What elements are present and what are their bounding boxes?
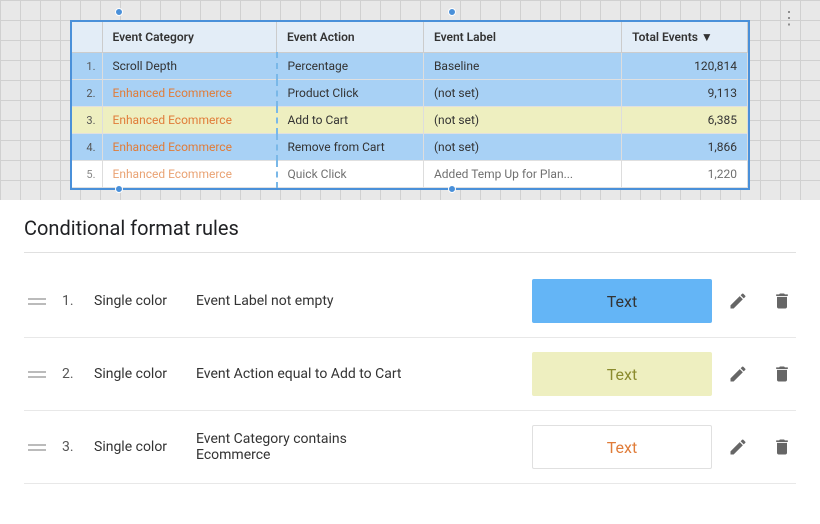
event-label-cell: (not set) bbox=[423, 80, 621, 107]
delete-rule-button[interactable] bbox=[768, 360, 796, 388]
rules-list: 1.Single colorEvent Label not emptyText2… bbox=[24, 265, 796, 484]
rule-actions bbox=[724, 433, 796, 461]
rule-number: 2. bbox=[62, 366, 82, 382]
col-num bbox=[72, 22, 102, 53]
table-row: 3.Enhanced EcommerceAdd to Cart(not set)… bbox=[72, 107, 748, 134]
rule-item: 3. Single color Event Category contains Ec… bbox=[24, 411, 796, 484]
event-action-cell: Percentage bbox=[277, 53, 424, 80]
total-events-cell: 1,866 bbox=[622, 134, 748, 161]
data-table: Event Category Event Action Event Label … bbox=[70, 20, 750, 190]
event-label-cell: Added Temp Up for Plan... bbox=[423, 161, 621, 188]
rule-type: Single color bbox=[94, 366, 184, 382]
panel-title: Conditional format rules bbox=[24, 216, 796, 240]
col-event-label: Event Label bbox=[423, 22, 621, 53]
rule-actions bbox=[724, 360, 796, 388]
event-category-cell[interactable]: Enhanced Ecommerce bbox=[102, 80, 277, 107]
row-number: 3. bbox=[72, 107, 102, 134]
selection-handle-bl[interactable] bbox=[115, 185, 123, 193]
edit-rule-button[interactable] bbox=[724, 360, 752, 388]
more-options-icon[interactable]: ⋮ bbox=[780, 8, 798, 29]
event-label-cell: (not set) bbox=[423, 107, 621, 134]
delete-rule-button[interactable] bbox=[768, 287, 796, 315]
table-row: 2.Enhanced EcommerceProduct Click(not se… bbox=[72, 80, 748, 107]
row-number: 2. bbox=[72, 80, 102, 107]
total-events-cell: 120,814 bbox=[622, 53, 748, 80]
row-number: 1. bbox=[72, 53, 102, 80]
event-action-cell: Add to Cart bbox=[277, 107, 424, 134]
event-label-cell: Baseline bbox=[423, 53, 621, 80]
table-row: 5.Enhanced EcommerceQuick ClickAdded Tem… bbox=[72, 161, 748, 188]
rule-number: 3. bbox=[62, 439, 82, 455]
event-action-cell: Product Click bbox=[277, 80, 424, 107]
selection-handle-bc[interactable] bbox=[448, 185, 456, 193]
selection-handle-tl[interactable] bbox=[115, 8, 123, 16]
rule-preview[interactable]: Text bbox=[532, 425, 712, 469]
rule-type: Single color bbox=[94, 439, 184, 455]
rule-preview[interactable]: Text bbox=[532, 352, 712, 396]
event-category-cell[interactable]: Enhanced Ecommerce bbox=[102, 161, 277, 188]
rule-number: 1. bbox=[62, 293, 82, 309]
row-number: 4. bbox=[72, 134, 102, 161]
table-row: 1.Scroll DepthPercentageBaseline120,814 bbox=[72, 53, 748, 80]
edit-rule-button[interactable] bbox=[724, 433, 752, 461]
table-row: 4.Enhanced EcommerceRemove from Cart(not… bbox=[72, 134, 748, 161]
selection-handle-tc[interactable] bbox=[448, 8, 456, 16]
event-category-cell: Scroll Depth bbox=[102, 53, 277, 80]
title-divider bbox=[24, 252, 796, 253]
rule-item: 1. Single color Event Label not empty Text bbox=[24, 265, 796, 338]
spreadsheet-preview: ⋮ Event Category Event Action Event Labe… bbox=[0, 0, 820, 200]
row-number: 5. bbox=[72, 161, 102, 188]
col-event-action: Event Action bbox=[277, 22, 424, 53]
rule-condition: Event Label not empty bbox=[196, 293, 520, 309]
event-category-cell[interactable]: Enhanced Ecommerce bbox=[102, 134, 277, 161]
rule-actions bbox=[724, 287, 796, 315]
total-events-cell: 9,113 bbox=[622, 80, 748, 107]
drag-handle[interactable] bbox=[24, 296, 50, 307]
rule-type: Single color bbox=[94, 293, 184, 309]
event-label-cell: (not set) bbox=[423, 134, 621, 161]
delete-rule-button[interactable] bbox=[768, 433, 796, 461]
col-event-category: Event Category bbox=[102, 22, 277, 53]
table-header-row: Event Category Event Action Event Label … bbox=[72, 22, 748, 53]
drag-handle[interactable] bbox=[24, 369, 50, 380]
rule-condition: Event Action equal to Add to Cart bbox=[196, 366, 520, 382]
edit-rule-button[interactable] bbox=[724, 287, 752, 315]
event-action-cell: Quick Click bbox=[277, 161, 424, 188]
event-action-cell: Remove from Cart bbox=[277, 134, 424, 161]
total-events-cell: 6,385 bbox=[622, 107, 748, 134]
conditional-format-rules-panel: Conditional format rules 1. Single color E… bbox=[0, 200, 820, 524]
event-category-cell[interactable]: Enhanced Ecommerce bbox=[102, 107, 277, 134]
drag-handle[interactable] bbox=[24, 442, 50, 453]
col-total-events[interactable]: Total Events ▼ bbox=[622, 22, 748, 53]
rule-item: 2. Single color Event Action equal to Add … bbox=[24, 338, 796, 411]
rule-condition: Event Category contains Ecommerce bbox=[196, 431, 520, 463]
total-events-cell: 1,220 bbox=[622, 161, 748, 188]
rule-preview[interactable]: Text bbox=[532, 279, 712, 323]
